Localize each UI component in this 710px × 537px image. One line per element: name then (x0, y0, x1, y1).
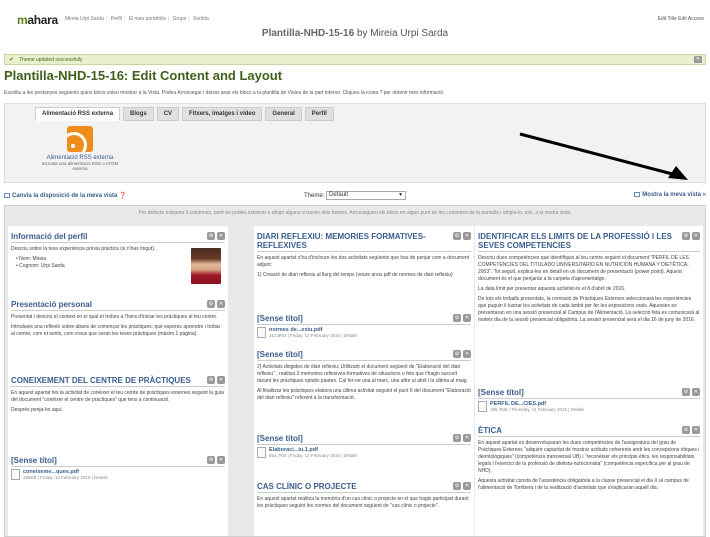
view-title: Plantilla-NHD-15-16 by Mireia Urpi Sarda (261, 28, 449, 39)
settings-icon[interactable]: ⚙ (453, 232, 461, 240)
settings-icon[interactable]: ⚙ (207, 232, 215, 240)
delete-icon[interactable]: ✕ (692, 388, 700, 396)
settings-icon[interactable]: ⚙ (682, 426, 690, 434)
block-title: CAS CLÍNIC O PROJECTE (257, 482, 471, 493)
block-tabs: Alimentació RSS externa Blogs CV Fitxers… (35, 107, 334, 121)
check-icon: ✔ (9, 57, 15, 63)
settings-icon[interactable]: ⚙ (453, 482, 461, 490)
block-presentation[interactable]: Presentació personal ⚙ ✕ Presentat i desc… (11, 300, 225, 338)
file-item[interactable]: PERFIL DE...CIES.pdf 185.7KB | Thursday, … (478, 401, 700, 415)
delete-icon[interactable]: ✕ (463, 314, 471, 322)
theme-select[interactable]: Default ▼ (326, 191, 407, 200)
settings-icon[interactable]: ⚙ (682, 388, 690, 396)
delete-icon[interactable]: ✕ (217, 300, 225, 308)
tab-cv[interactable]: CV (156, 107, 180, 121)
block-title: [Sense títol] (257, 350, 471, 361)
block-diary[interactable]: DIARI REFLEXIU: MEMORIES FORMATIVES-REFL… (257, 232, 471, 279)
tab-profile[interactable]: Perfil (304, 107, 334, 121)
rss-block-type[interactable]: Alimentació RSS externa Incrusta una ali… (37, 126, 123, 171)
block-title: CONEIXEMENT DEL CENTRE DE PRÀCTIQUES (11, 376, 225, 387)
view-icon (634, 192, 641, 197)
settings-icon[interactable]: ⚙ (453, 350, 461, 358)
delete-icon[interactable]: ✕ (463, 350, 471, 358)
nav-logout[interactable]: Sortida (193, 16, 209, 22)
block-profile[interactable]: Informació del perfil ⚙ ✕ Descriu sobre l… (11, 232, 225, 284)
block-untitled[interactable]: [Sense títol] ⚙ ✕ coneixeme...ques.pdf 286… (11, 456, 225, 483)
tab-general[interactable]: General (265, 107, 302, 121)
tab-rss[interactable]: Alimentació RSS externa (35, 107, 121, 121)
canvas-hint: Per defecte trobareu 3 columnes, però en… (138, 210, 572, 216)
close-icon[interactable]: ✕ (694, 56, 702, 63)
delete-icon[interactable]: ✕ (217, 376, 225, 384)
top-bar: mahara Mireia Urpi Sarda | Perfil | El meu… (0, 0, 710, 39)
tab-files[interactable]: Fitxers, imatges i vídeo (182, 107, 263, 121)
intro-text: Escolliu a les pestanyes següents quins … (4, 90, 445, 96)
tab-blogs[interactable]: Blogs (123, 107, 154, 121)
avatar (191, 248, 221, 284)
block-title: IDENTIFICAR ELS LIMITS DE LA PROFESSIÓ I… (478, 232, 700, 252)
file-icon (257, 447, 266, 458)
rss-icon (67, 126, 93, 152)
block-title: Informació del perfil (11, 232, 225, 243)
block-title: [Sense títol] (257, 314, 471, 325)
nav-user[interactable]: Mireia Urpi Sarda (65, 16, 104, 22)
file-icon (478, 401, 487, 412)
column-2: DIARI REFLEXIU: MEMORIES FORMATIVES-REFL… (254, 226, 474, 536)
block-center[interactable]: CONEIXEMENT DEL CENTRE DE PRÀCTIQUES ⚙ ✕ … (11, 376, 225, 414)
settings-icon[interactable]: ⚙ (453, 434, 461, 442)
file-icon (11, 469, 20, 480)
nav-portfolio[interactable]: El meu portafolis (129, 16, 166, 22)
delete-icon[interactable]: ✕ (692, 232, 700, 240)
block-ethics[interactable]: ÈTICA ⚙ ✕ En aquest apartat es desenvolup… (478, 426, 700, 492)
annotation-arrow (519, 132, 688, 180)
file-item[interactable]: normes de...exiu.pdf 312.9KB | Friday, 12… (257, 327, 471, 341)
settings-icon[interactable]: ⚙ (207, 300, 215, 308)
block-clinical[interactable]: CAS CLÍNIC O PROJECTE ⚙ ✕ En aquest apart… (257, 482, 471, 510)
view-toolbar: Canvia la disposició de la meva vista ❓ … (4, 190, 706, 202)
view-canvas: Per defecte trobareu 3 columnes, però en… (4, 205, 706, 537)
rss-block-desc: Incrusta una alimentació RSS o ATOM exte… (41, 161, 119, 171)
show-view-link[interactable]: Mostra la meva vista » (634, 192, 706, 198)
column-1: Informació del perfil ⚙ ✕ Descriu sobre l… (8, 226, 228, 536)
block-title: [Sense títol] (11, 456, 225, 467)
column-3: IDENTIFICAR ELS LIMITS DE LA PROFESSIÓ I… (475, 226, 703, 536)
edit-links[interactable]: Edit Title Edit Access (658, 16, 704, 22)
settings-icon[interactable]: ⚙ (453, 314, 461, 322)
theme-selector: Theme: Default ▼ (304, 191, 407, 200)
delete-icon[interactable]: ✕ (217, 232, 225, 240)
block-title: Presentació personal (11, 300, 225, 311)
delete-icon[interactable]: ✕ (463, 434, 471, 442)
block-untitled[interactable]: [Sense títol] ⚙ ✕ 2) Activitats dirigides… (257, 350, 471, 402)
file-item[interactable]: Elaboraci...iu.1.pdf 554.7KB | Friday, 12… (257, 447, 471, 461)
delete-icon[interactable]: ✕ (463, 482, 471, 490)
block-title: ÈTICA (478, 426, 700, 437)
block-title: [Sense títol] (478, 388, 700, 399)
delete-icon[interactable]: ✕ (692, 426, 700, 434)
change-layout-link[interactable]: Canvia la disposició de la meva vista ❓ (4, 192, 127, 199)
block-untitled[interactable]: [Sense títol] ⚙ ✕ PERFIL DE...CIES.pdf 185… (478, 388, 700, 415)
file-item[interactable]: coneixeme...ques.pdf 286KB | Friday, 12 F… (11, 469, 225, 483)
delete-icon[interactable]: ✕ (217, 456, 225, 464)
delete-icon[interactable]: ✕ (463, 232, 471, 240)
block-limits[interactable]: IDENTIFICAR ELS LIMITS DE LA PROFESSIÓ I… (478, 232, 700, 324)
settings-icon[interactable]: ⚙ (207, 456, 215, 464)
block-title: [Sense títol] (257, 434, 471, 445)
settings-icon[interactable]: ⚙ (682, 232, 690, 240)
user-nav: Mireia Urpi Sarda | Perfil | El meu portaf… (65, 16, 209, 22)
mahara-logo[interactable]: mahara (17, 13, 58, 27)
chevron-down-icon: ▼ (398, 192, 404, 198)
help-icon[interactable]: ❓ (119, 193, 126, 199)
page-title: Plantilla-NHD-15-16: Edit Content and La… (4, 68, 283, 83)
layout-icon (4, 192, 10, 198)
block-untitled[interactable]: [Sense títol] ⚙ ✕ Elaboraci...iu.1.pdf 554… (257, 434, 471, 461)
file-icon (257, 327, 266, 338)
nav-profile[interactable]: Perfil (111, 16, 122, 22)
settings-icon[interactable]: ⚙ (207, 376, 215, 384)
block-title: DIARI REFLEXIU: MEMORIES FORMATIVES-REFL… (257, 232, 471, 252)
block-untitled[interactable]: [Sense títol] ⚙ ✕ normes de...exiu.pdf 312… (257, 314, 471, 341)
nav-groups[interactable]: Grups (173, 16, 187, 22)
success-message: ✔ Theme updated successfully ✕ (4, 54, 706, 65)
